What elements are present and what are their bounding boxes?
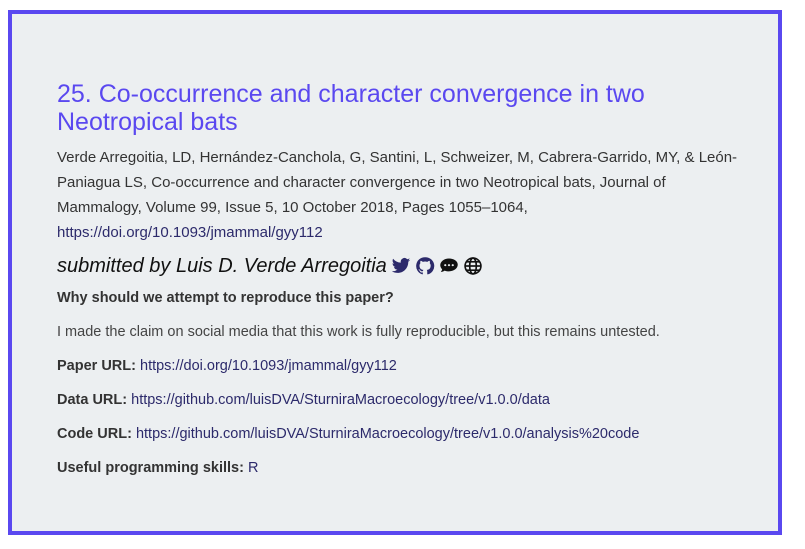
comment-icon[interactable] <box>439 256 459 276</box>
data-url-row: Data URL: https://github.com/luisDVA/Stu… <box>57 389 747 411</box>
data-url-link[interactable]: https://github.com/luisDVA/SturniraMacro… <box>131 392 550 408</box>
entry-card: 25. Co-occurrence and character converge… <box>8 10 782 535</box>
paper-url-label: Paper URL: <box>57 358 136 374</box>
citation: Verde Arregoitia, LD, Hernández-Canchola… <box>57 145 747 245</box>
citation-text: Verde Arregoitia, LD, Hernández-Canchola… <box>57 149 738 216</box>
submitted-by-text: submitted by Luis D. Verde Arregoitia <box>57 255 387 277</box>
github-icon[interactable] <box>415 256 435 276</box>
paper-url-row: Paper URL: https://doi.org/10.1093/jmamm… <box>57 355 747 377</box>
citation-doi-link[interactable]: https://doi.org/10.1093/jmammal/gyy112 <box>57 224 323 241</box>
social-icons <box>391 256 483 276</box>
skills-row: Useful programming skills: R <box>57 457 747 479</box>
entry-content: 25. Co-occurrence and character converge… <box>57 80 747 479</box>
reproduce-question: Why should we attempt to reproduce this … <box>57 290 394 306</box>
twitter-icon[interactable] <box>391 256 411 276</box>
code-url-label: Code URL: <box>57 426 132 442</box>
skills-value: R <box>247 460 259 476</box>
globe-icon[interactable] <box>463 256 483 276</box>
reproduce-reason: I made the claim on social media that th… <box>57 324 660 340</box>
code-url-row: Code URL: https://github.com/luisDVA/Stu… <box>57 423 747 445</box>
paper-url-link[interactable]: https://doi.org/10.1093/jmammal/gyy112 <box>140 358 397 374</box>
entry-title: 25. Co-occurrence and character converge… <box>57 80 645 136</box>
code-url-link[interactable]: https://github.com/luisDVA/SturniraMacro… <box>136 426 639 442</box>
data-url-label: Data URL: <box>57 392 128 408</box>
submitted-by: submitted by Luis D. Verde Arregoitia <box>57 253 747 279</box>
skills-label: Useful programming skills: <box>57 460 244 476</box>
